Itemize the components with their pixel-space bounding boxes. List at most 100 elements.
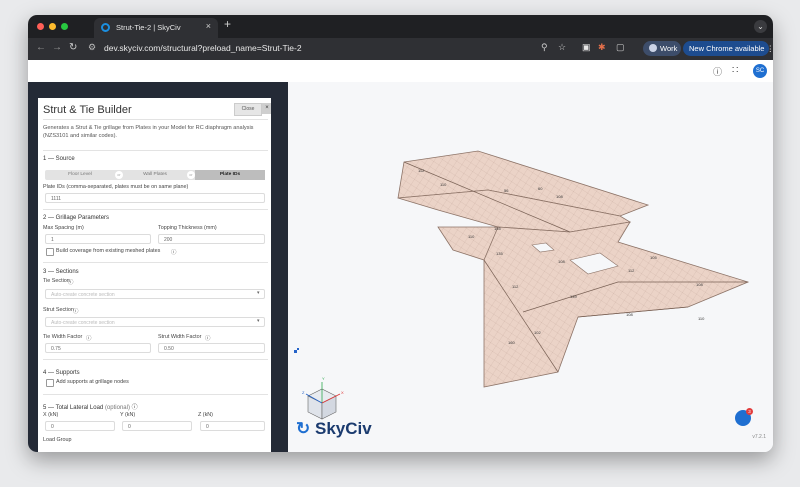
tie-width-factor-input[interactable]: 0.75 bbox=[45, 343, 151, 353]
back-arrow-icon[interactable]: ← bbox=[36, 42, 46, 53]
reload-icon[interactable]: ↻ bbox=[69, 42, 77, 53]
tie-section-select[interactable]: Auto-create concrete section bbox=[45, 289, 265, 299]
source-heading: 1 — Source bbox=[43, 156, 75, 162]
model-canvas[interactable]: 112 110 56 60 108 155 110 135 108 112 11… bbox=[288, 82, 773, 452]
topping-thickness-input[interactable]: 200 bbox=[158, 234, 265, 244]
profile-button[interactable]: Work bbox=[643, 41, 681, 56]
site-settings-icon[interactable]: ⚙ bbox=[88, 42, 96, 53]
update-label: New Chrome available bbox=[689, 44, 765, 53]
bookmark-star-icon[interactable]: ☆ bbox=[558, 42, 566, 53]
close-x-icon[interactable]: × bbox=[262, 103, 271, 114]
help-icon[interactable]: ⓘ bbox=[713, 65, 722, 78]
plate-label: 108 bbox=[696, 282, 703, 287]
max-spacing-label: Max Spacing (m) bbox=[43, 225, 84, 231]
divider bbox=[43, 394, 268, 395]
logo-text: SkyCiv bbox=[314, 419, 372, 438]
chevron-down-icon: ▾ bbox=[257, 318, 260, 324]
tie-width-factor-label: Tie Width Factor bbox=[43, 334, 83, 340]
update-chrome-button[interactable]: New Chrome available ⋮ bbox=[683, 41, 773, 56]
plate-label: 102 bbox=[534, 330, 541, 335]
source-option-floor-level[interactable]: Floor Level bbox=[45, 170, 115, 180]
zoom-icon[interactable]: ⚲ bbox=[541, 42, 548, 53]
profile-avatar-icon bbox=[649, 44, 657, 52]
view-cube[interactable]: Y X Z bbox=[302, 376, 344, 420]
strut-section-label: Strut Section bbox=[43, 307, 74, 313]
add-supports-label: Add supports at grillage nodes bbox=[56, 379, 129, 385]
browser-window: Strut-Tie-2 | SkyCiv × + ⌄ ← → ↻ ⚙ dev.s… bbox=[28, 15, 773, 452]
source-option-wall-plates[interactable]: Wall Plates bbox=[123, 170, 187, 180]
app-header: ⓘ ∷ SC bbox=[28, 60, 773, 83]
model-view[interactable]: 112 110 56 60 108 155 110 135 108 112 11… bbox=[288, 82, 773, 452]
y-axis-label: Y bbox=[322, 376, 325, 381]
tab-close-button[interactable]: × bbox=[206, 21, 211, 31]
address-bar[interactable]: dev.skyciv.com/structural?preload_name=S… bbox=[104, 43, 302, 53]
left-sidebar: Strut & Tie Builder Close × Generates a … bbox=[28, 82, 288, 452]
lateral-load-heading: 5 — Total Lateral Load (optional) ⓘ bbox=[43, 402, 138, 411]
divider bbox=[43, 119, 268, 120]
chat-badge: 3 bbox=[746, 408, 753, 415]
workspace: Strut & Tie Builder Close × Generates a … bbox=[28, 82, 773, 452]
minimize-window-dot[interactable] bbox=[49, 23, 56, 30]
main-plate[interactable] bbox=[483, 221, 750, 388]
plate-label: 108 bbox=[626, 312, 633, 317]
more-menu-icon: ⋮ bbox=[766, 44, 773, 53]
plate-label: 56 bbox=[504, 188, 509, 193]
user-avatar[interactable]: SC bbox=[753, 64, 767, 78]
browser-toolbar: ← → ↻ ⚙ dev.skyciv.com/structural?preloa… bbox=[28, 38, 773, 60]
y-load-label: Y (kN) bbox=[120, 412, 136, 418]
apps-grid-icon[interactable]: ∷ bbox=[732, 65, 738, 76]
close-button[interactable]: Close bbox=[234, 103, 262, 116]
info-icon: ⓘ bbox=[171, 250, 177, 256]
info-icon: ⓘ bbox=[86, 336, 92, 342]
or-separator: or bbox=[187, 171, 195, 179]
skyciv-logo: ↻ SkyCiv bbox=[296, 419, 372, 439]
source-option-plate-ids[interactable]: Plate IDs bbox=[195, 170, 265, 180]
x-axis-label: X bbox=[341, 390, 344, 395]
strut-section-select[interactable]: Auto-create concrete section bbox=[45, 317, 265, 327]
plate-label: 112 bbox=[512, 284, 519, 289]
new-tab-button[interactable]: + bbox=[224, 17, 231, 31]
plate-label: 110 bbox=[468, 234, 475, 239]
z-load-label: Z (kN) bbox=[198, 412, 213, 418]
browser-tab[interactable]: Strut-Tie-2 | SkyCiv × bbox=[94, 18, 218, 38]
x-load-input[interactable]: 0 bbox=[45, 421, 115, 431]
z-load-input[interactable]: 0 bbox=[200, 421, 265, 431]
info-icon: ⓘ bbox=[205, 336, 211, 342]
info-icon: ⓘ bbox=[73, 309, 79, 315]
plate-mesh[interactable] bbox=[397, 150, 750, 388]
panel-title: Strut & Tie Builder bbox=[43, 104, 132, 116]
max-spacing-input[interactable]: 1 bbox=[45, 234, 151, 244]
plate-label: 112 bbox=[628, 268, 635, 273]
sections-heading: 3 — Sections bbox=[43, 269, 79, 275]
chevron-down-icon: ▾ bbox=[257, 290, 260, 296]
build-coverage-checkbox[interactable] bbox=[46, 248, 54, 256]
source-selector: Floor Level or Wall Plates or Plate IDs bbox=[45, 170, 265, 180]
optional-tag: (optional) bbox=[104, 405, 130, 411]
plate-ids-label: Plate IDs (comma-separated, plates must … bbox=[43, 184, 189, 190]
forward-arrow-icon[interactable]: → bbox=[52, 42, 62, 53]
load-group-label: Load Group bbox=[43, 437, 72, 443]
divider bbox=[43, 150, 268, 151]
maximize-window-dot[interactable] bbox=[61, 23, 68, 30]
strut-width-factor-input[interactable]: 0.50 bbox=[158, 343, 265, 353]
lateral-load-title: 5 — Total Lateral Load bbox=[43, 405, 104, 411]
or-separator: or bbox=[115, 171, 123, 179]
strut-width-factor-label: Strut Width Factor bbox=[158, 334, 202, 340]
plate-label: 155 bbox=[494, 226, 501, 231]
topping-thickness-label: Topping Thickness (mm) bbox=[158, 225, 217, 231]
plate-label: 60 bbox=[538, 186, 543, 191]
extensions-puzzle-icon[interactable]: ▢ bbox=[616, 42, 625, 53]
divider bbox=[43, 262, 268, 263]
z-axis-label: Z bbox=[302, 390, 305, 395]
tab-search-chevron-icon[interactable]: ⌄ bbox=[754, 20, 767, 33]
bug-extension-icon[interactable]: ✱ bbox=[598, 42, 606, 53]
supports-heading: 4 — Supports bbox=[43, 370, 80, 376]
extension-icon[interactable]: ▣ bbox=[582, 42, 591, 53]
panel-description: Generates a Strut & Tie grillage from Pl… bbox=[43, 125, 254, 139]
info-icon: ⓘ bbox=[131, 405, 138, 411]
close-window-dot[interactable] bbox=[37, 23, 44, 30]
tie-section-label: Tie Section bbox=[43, 278, 70, 284]
y-load-input[interactable]: 0 bbox=[122, 421, 192, 431]
plate-ids-input[interactable]: 1111 bbox=[45, 193, 265, 203]
add-supports-checkbox[interactable] bbox=[46, 379, 54, 387]
